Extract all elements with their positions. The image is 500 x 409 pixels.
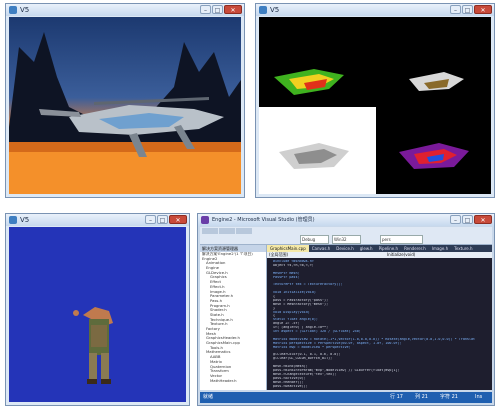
title-bar[interactable]: V5 – □ ✕ xyxy=(6,214,189,226)
minimize-button[interactable]: – xyxy=(450,215,461,224)
find-input[interactable]: pers xyxy=(380,235,423,244)
status-char: 字符 21 xyxy=(440,394,458,400)
window-title: V5 xyxy=(20,216,30,224)
solution-tree[interactable]: 解决方案'Engine2'(1 个项目) Engine2 Animation Engi… xyxy=(200,252,266,383)
close-button[interactable]: ✕ xyxy=(224,5,242,14)
code-lines[interactable]: #include <Windows.h> Object <s,<h,<b,<,>;… xyxy=(273,260,492,390)
render-viewport[interactable] xyxy=(9,17,241,194)
app-icon xyxy=(201,216,209,224)
app-icon xyxy=(9,6,17,14)
title-bar[interactable]: Engine2 - Microsoft Visual Studio (管理员) … xyxy=(198,214,494,226)
editor-tab[interactable]: Image.h xyxy=(429,245,451,252)
render-window-soldier[interactable]: V5 – □ ✕ xyxy=(5,213,190,406)
maximize-button[interactable]: □ xyxy=(462,215,473,224)
minimize-button[interactable]: – xyxy=(450,5,461,14)
menu-item[interactable] xyxy=(236,228,252,234)
status-line: 行 17 xyxy=(390,394,403,400)
editor-tab[interactable]: glew.h xyxy=(357,245,376,252)
render-window-shading[interactable]: V5 – □ ✕ xyxy=(255,3,495,198)
render-window-helicopter[interactable]: V5 – □ ✕ xyxy=(5,3,245,198)
status-insert: Ins xyxy=(475,394,483,400)
window-title: V5 xyxy=(270,6,280,14)
helicopter-scene xyxy=(9,17,241,194)
render-viewport[interactable] xyxy=(9,227,186,402)
ide-window[interactable]: Engine2 - Microsoft Visual Studio (管理员) … xyxy=(197,213,495,406)
platform-dropdown[interactable]: Win32 xyxy=(332,235,361,244)
menu-bar xyxy=(202,228,252,234)
title-bar[interactable]: V5 – □ ✕ xyxy=(256,4,494,16)
config-dropdown[interactable]: Debug xyxy=(300,235,329,244)
editor-tab[interactable]: Renderer.h xyxy=(401,245,429,252)
status-ready: 就绪 xyxy=(203,394,214,400)
code-editor[interactable]: GraphicsMain.cpp Canvas.h Device.h glew.h Pi… xyxy=(267,245,492,390)
app-icon xyxy=(259,6,267,14)
soldier-scene xyxy=(9,227,186,402)
status-bar: 就绪 行 17 列 21 字符 21 Ins xyxy=(200,392,492,403)
tree-item[interactable]: MathHeader.h xyxy=(200,379,266,384)
window-title: Engine2 - Microsoft Visual Studio (管理员) xyxy=(212,217,315,223)
toolbar: Debug Win32 pers xyxy=(200,227,492,245)
title-bar[interactable]: V5 – □ ✕ xyxy=(6,4,244,16)
maximize-button[interactable]: □ xyxy=(462,5,473,14)
editor-tabs: GraphicsMain.cpp Canvas.h Device.h glew.h Pi… xyxy=(267,245,492,252)
menu-item[interactable] xyxy=(219,228,235,234)
maximize-button[interactable]: □ xyxy=(212,5,223,14)
status-column: 列 21 xyxy=(415,394,428,400)
maximize-button[interactable]: □ xyxy=(157,215,168,224)
solution-explorer-title: 解决方案资源管理器 xyxy=(200,245,266,252)
render-viewport[interactable] xyxy=(259,17,491,194)
close-button[interactable]: ✕ xyxy=(474,5,492,14)
editor-tab[interactable]: Pipeline.h xyxy=(376,245,401,252)
editor-tab[interactable]: Texture.h xyxy=(451,245,475,252)
editor-tab[interactable]: Canvas.h xyxy=(309,245,334,252)
code-line: pass->Deactive(); xyxy=(273,384,308,388)
menu-item[interactable] xyxy=(202,228,218,234)
app-icon xyxy=(9,216,17,224)
close-button[interactable]: ✕ xyxy=(474,215,492,224)
shading-scene xyxy=(259,17,491,194)
editor-tab[interactable]: Device.h xyxy=(333,245,357,252)
minimize-button[interactable]: – xyxy=(200,5,211,14)
nav-bar: (全局范围) Initialize(void) xyxy=(267,252,492,258)
editor-tab[interactable]: GraphicsMain.cpp xyxy=(267,245,309,252)
solution-explorer[interactable]: 解决方案资源管理器 解决方案'Engine2'(1 个项目) Engine2 Ani… xyxy=(200,245,267,390)
member-dropdown[interactable]: Initialize(void) xyxy=(387,252,415,258)
scope-dropdown[interactable]: (全局范围) xyxy=(269,252,288,258)
close-button[interactable]: ✕ xyxy=(169,215,187,224)
minimize-button[interactable]: – xyxy=(145,215,156,224)
window-title: V5 xyxy=(20,6,30,14)
